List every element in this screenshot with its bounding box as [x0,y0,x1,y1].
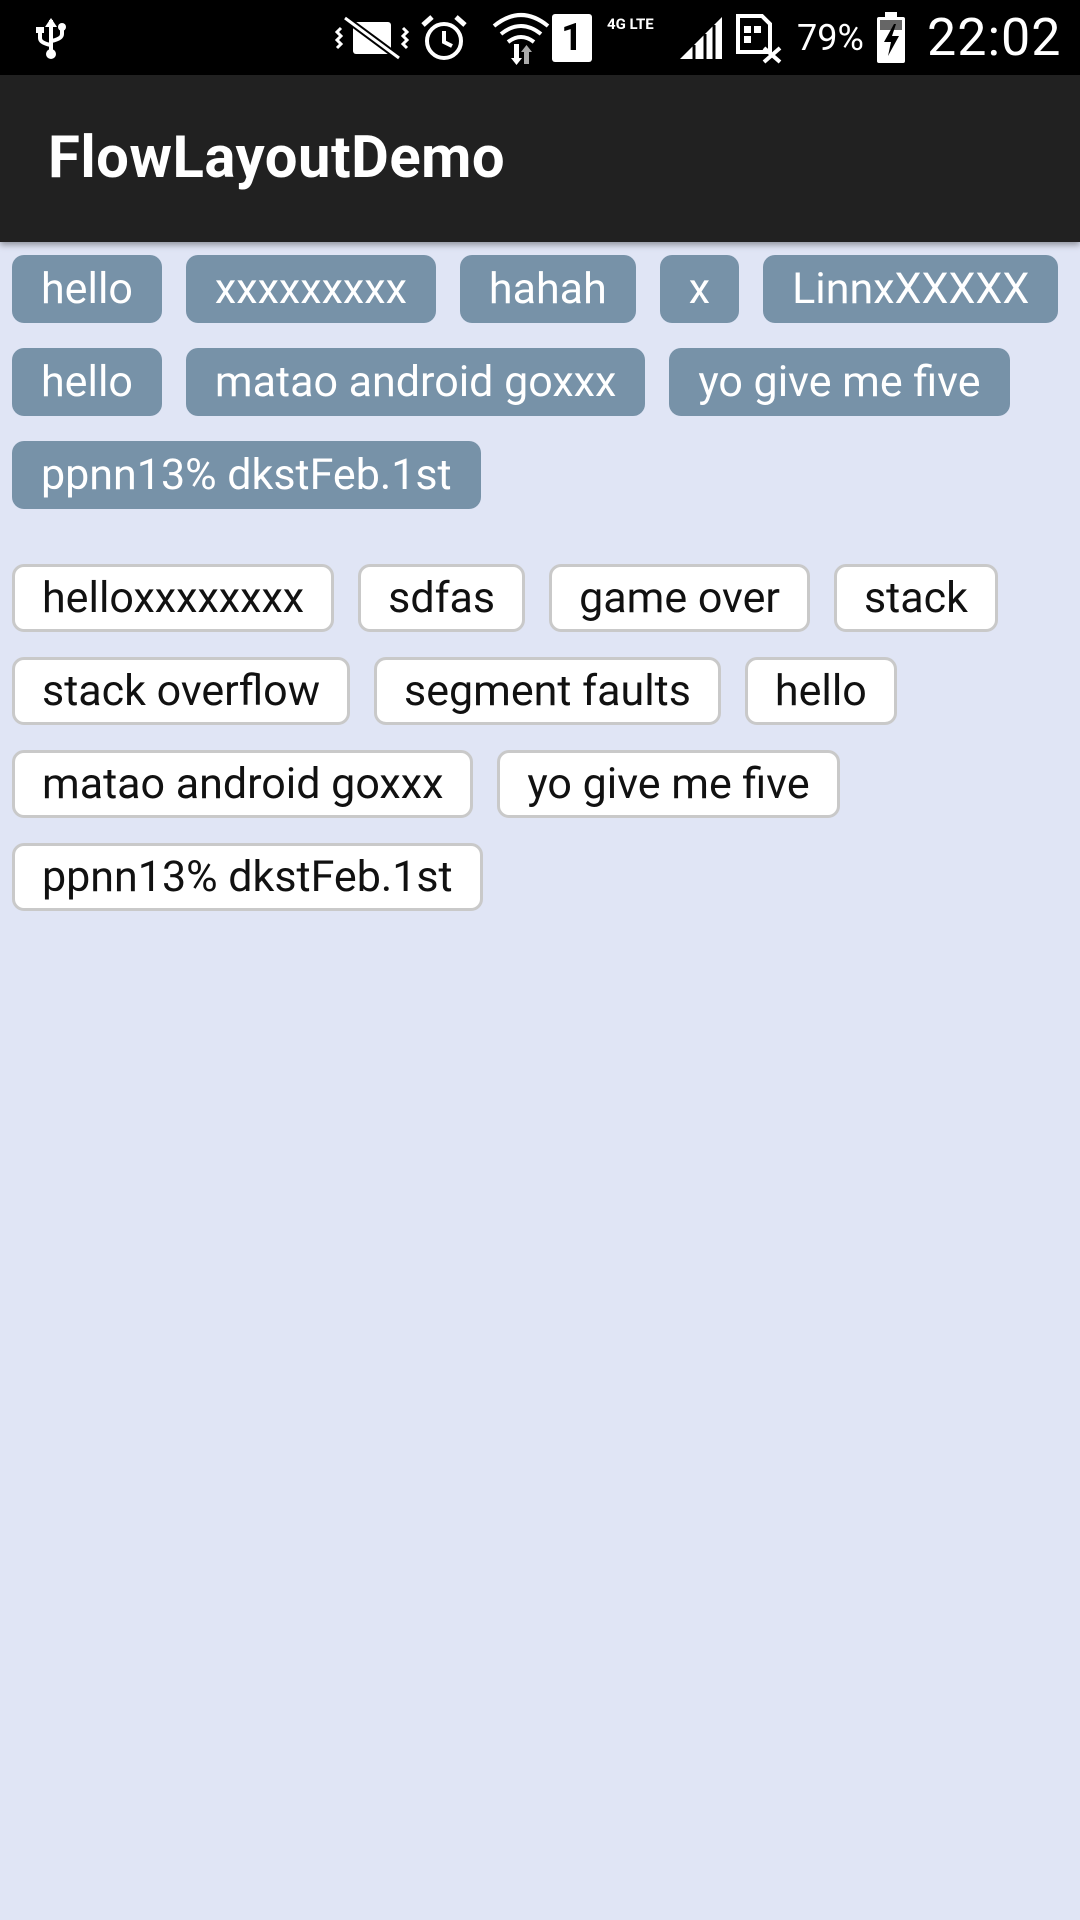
app-title: FlowLayoutDemo [48,124,506,192]
tag-outlined[interactable]: sdfas [358,564,526,632]
no-sim-icon [734,0,782,75]
battery-percent: 79% [797,16,864,59]
tag-outlined[interactable]: helloxxxxxxxx [12,564,335,632]
tag-filled[interactable]: ppnn13% dkstFeb.1st [12,441,481,509]
tag-outlined[interactable]: hello [744,657,897,725]
flow-layout-filled: hello xxxxxxxxx hahah x LinnxXXXXX hello… [12,255,1062,509]
flow-layout-outlined: helloxxxxxxxx sdfas game over stack stac… [12,564,1062,911]
tag-filled[interactable]: LinnxXXXXX [763,255,1059,323]
tag-filled[interactable]: hahah [459,255,636,323]
vibrate-icon [335,0,409,75]
tag-filled[interactable]: yo give me five [669,348,1010,416]
tag-outlined[interactable]: stack [833,564,998,632]
status-bar: 1 4G LTE 79% 22:02 [0,0,1080,75]
tag-filled[interactable]: matao android goxxx [185,348,646,416]
tag-outlined[interactable]: matao android goxxx [12,750,474,818]
app-bar: FlowLayoutDemo [0,75,1080,242]
sim-slot-label: 1 [552,13,592,62]
battery-charging-icon [875,0,907,75]
sim-icon: 1 [552,0,592,75]
tag-outlined[interactable]: stack overflow [12,657,351,725]
signal-icon [678,0,724,75]
network-type-label: 4G LTE [607,14,654,33]
tag-outlined[interactable]: yo give me five [497,750,840,818]
usb-icon [34,0,68,75]
tag-outlined[interactable]: game over [549,564,810,632]
wifi-icon [492,0,550,75]
tag-filled[interactable]: hello [12,348,162,416]
tag-filled[interactable]: x [659,255,740,323]
tag-filled[interactable]: hello [12,255,162,323]
alarm-icon [419,0,469,75]
tag-outlined[interactable]: ppnn13% dkstFeb.1st [12,843,483,911]
tag-filled[interactable]: xxxxxxxxx [185,255,436,323]
tag-outlined[interactable]: segment faults [374,657,721,725]
clock: 22:02 [927,7,1062,68]
